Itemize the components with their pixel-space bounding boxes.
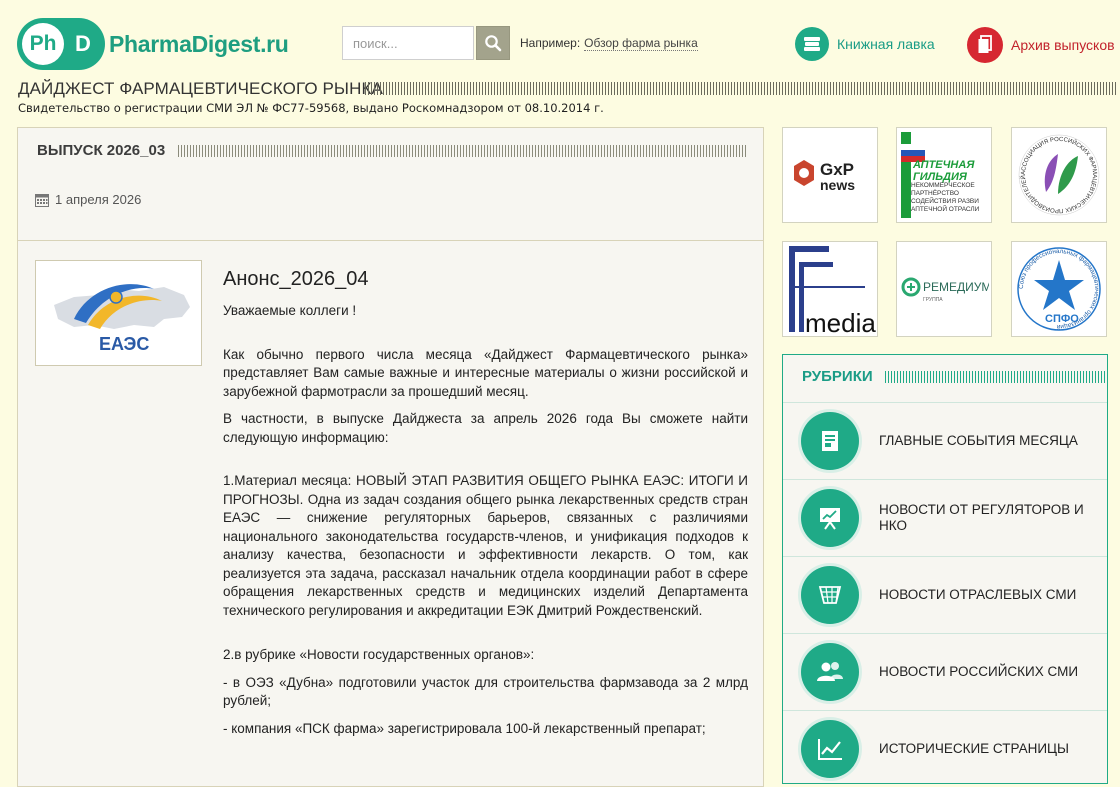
rubric-label: ГЛАВНЫЕ СОБЫТИЯ МЕСЯЦА [879,433,1078,448]
line-chart-icon [801,720,859,778]
issue-date: 1 апреля 2026 [35,192,141,207]
thumb-caption: ЕАЭС [99,334,149,354]
rubrics-title: РУБРИКИ [802,368,873,385]
title-stripes [365,82,1117,95]
post-greeting: Уважаемые коллеги ! [223,303,357,318]
archive-icon [967,27,1003,63]
registration-note: Свидетельство о регистрации СМИ ЭЛ № ФС7… [18,101,604,115]
spfo-text: СПФО [1045,313,1079,325]
presentation-icon [801,489,859,547]
rubrics-stripes [885,371,1106,383]
example-link[interactable]: Обзор фарма рынка [584,36,698,51]
document-icon [801,412,859,470]
site-logo[interactable]: Ph D PharmaDigest.ru [17,18,317,70]
fmedia-logo: media [789,246,876,336]
section-divider [18,240,763,241]
rubric-item-main-events[interactable]: ГЛАВНЫЕ СОБЫТИЯ МЕСЯЦА [783,402,1107,479]
guild-top: АПТЕЧНАЯ [912,159,975,171]
partner-arfp[interactable]: АССОЦИАЦИЯ РОССИЙСКИХ ФАРМАЦЕВТИЧЕСКИХ П… [1011,127,1107,223]
book-shop-label: Книжная лавка [837,36,935,52]
example-label: Например: [520,36,581,50]
search-input[interactable] [342,26,474,60]
archive-link[interactable]: Архив выпусков [967,27,1115,63]
calendar-icon [35,193,49,207]
book-shop-link[interactable]: Книжная лавка [795,27,935,61]
archive-label: Архив выпусков [1011,37,1115,53]
arfp-logo: АССОЦИАЦИЯ РОССИЙСКИХ ФАРМАЦЕВТИЧЕСКИХ П… [1018,134,1100,216]
post-paragraph: Как обычно первого числа месяца «Дайджес… [223,346,748,399]
rubric-label: НОВОСТИ ОТ РЕГУЛЯТОРОВ И НКО [879,502,1084,533]
rubric-label: ИСТОРИЧЕСКИЕ СТРАНИЦЫ [879,741,1069,756]
remedium-logo: РЕМЕДИУМ ГРУППА [901,277,989,303]
search-icon [485,35,502,52]
guild-sub: НЕКОММЕРЧЕСКОЕ ПАРТНЁРСТВО СОДЕЙСТВИЯ РА… [911,182,980,213]
remedium-text: РЕМЕДИУМ [923,280,989,294]
logo-ph: Ph [22,23,64,65]
post-paragraph: 1.Материал месяца: НОВЫЙ ЭТАП РАЗВИТИЯ О… [223,473,748,618]
remedium-sub: ГРУППА [923,297,943,303]
book-icon [795,27,829,61]
post-paragraph: В частности, в выпуске Дайджеста за апре… [223,411,748,445]
fmedia-text: media [805,308,876,336]
logo-text: PharmaDigest.ru [109,30,289,57]
partner-gxp-news[interactable]: GxP news [782,127,878,223]
gxp-news-logo: GxP news [794,160,855,193]
partner-remedium[interactable]: РЕМЕДИУМ ГРУППА [896,241,992,337]
pharmacy-guild-logo: АПТЕЧНАЯ ГИЛЬДИЯ НЕКОММЕРЧЕСКОЕ ПАРТНЁРС… [901,132,980,218]
rubric-item-russian-media[interactable]: НОВОСТИ РОССИЙСКИХ СМИ [783,633,1107,710]
rubric-item-regulators[interactable]: НОВОСТИ ОТ РЕГУЛЯТОРОВ И НКО [783,479,1107,556]
eaeu-logo-image: ЕАЭС [53,284,190,354]
rubric-label: НОВОСТИ РОССИЙСКИХ СМИ [879,664,1079,679]
partner-spfo[interactable]: Союз профессиональных фармацевтических о… [1011,241,1107,337]
search-button[interactable] [476,26,510,60]
logo-d: D [75,31,91,56]
post-paragraph: - в ОЭЗ «Дубна» подготовили участок для … [223,674,748,709]
post-thumbnail[interactable]: ЕАЭС [35,260,202,366]
rubric-label: НОВОСТИ ОТРАСЛЕВЫХ СМИ [879,587,1077,602]
post-paragraph: 2.в рубрике «Новости государственных орг… [223,647,535,662]
post-title[interactable]: Анонс_2026_04 [223,268,369,291]
logo-badge: Ph D [17,18,105,70]
issue-title: ВЫПУСК 2026_03 [37,142,166,159]
partner-pharmacy-guild[interactable]: АПТЕЧНАЯ ГИЛЬДИЯ НЕКОММЕРЧЕСКОЕ ПАРТНЁРС… [896,127,992,223]
gxp-bottom: news [820,177,855,193]
users-icon [801,643,859,701]
rubric-item-history[interactable]: ИСТОРИЧЕСКИЕ СТРАНИЦЫ [783,710,1107,787]
issue-stripes [178,145,746,157]
rubric-item-industry-media[interactable]: НОВОСТИ ОТРАСЛЕВЫХ СМИ [783,556,1107,633]
search-example: Например: Обзор фарма рынка [520,36,698,51]
partner-fmedia[interactable]: media [782,241,878,337]
issue-date-text: 1 апреля 2026 [55,192,142,207]
post-paragraph: - компания «ПСК фарма» зарегистрировала … [223,720,706,736]
page-title: ДАЙДЖЕСТ ФАРМАЦЕВТИЧЕСКОГО РЫНКА [18,79,383,98]
net-icon [801,566,859,624]
spfo-logo: Союз профессиональных фармацевтических о… [1017,247,1101,331]
post-body: Уважаемые коллеги ! Как обычно первого ч… [223,302,748,747]
